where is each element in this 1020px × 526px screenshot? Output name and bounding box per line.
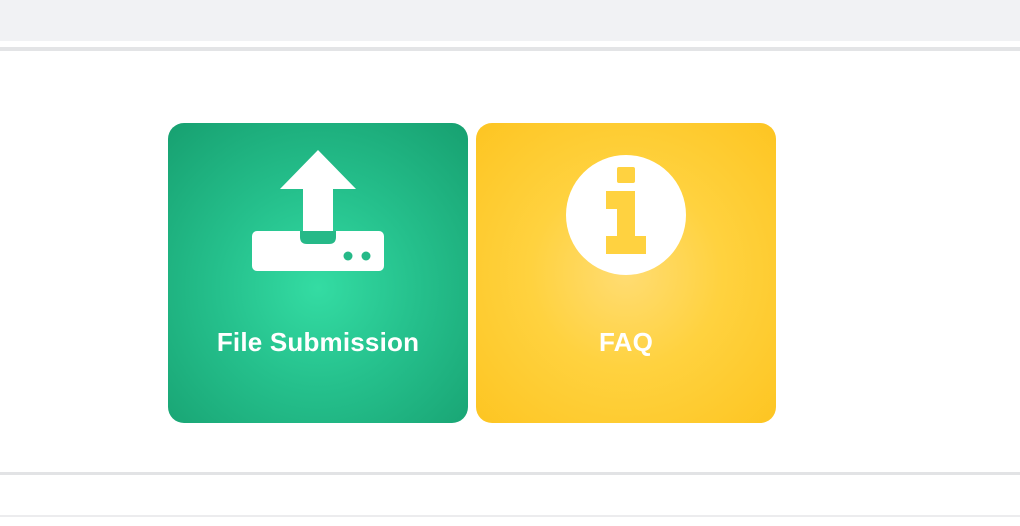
- footer-area: [0, 475, 1020, 515]
- upload-icon: [168, 145, 468, 285]
- footer-line: [0, 515, 1020, 517]
- info-icon: [476, 145, 776, 285]
- top-bar: [0, 0, 1020, 41]
- faq-tile[interactable]: FAQ: [476, 123, 776, 423]
- faq-label: FAQ: [598, 327, 654, 357]
- file-submission-label: File Submission: [216, 327, 420, 357]
- file-submission-tile[interactable]: File Submission: [168, 123, 468, 423]
